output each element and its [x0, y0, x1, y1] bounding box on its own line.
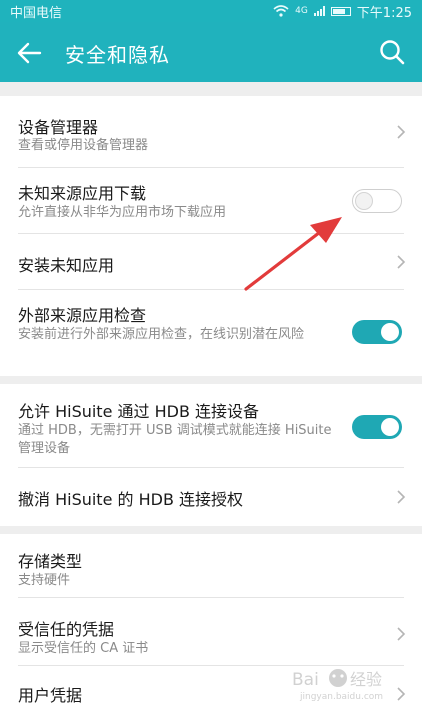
- clock-label: 下午1:25: [356, 5, 412, 21]
- hisuite-hdb-toggle[interactable]: [352, 415, 402, 439]
- unknown-source-toggle[interactable]: [352, 189, 402, 213]
- row-storage-type[interactable]: 存储类型 支持硬件: [0, 534, 422, 598]
- carrier-label: 中国电信: [10, 5, 63, 21]
- battery-icon: [330, 6, 351, 16]
- row-revoke-hisuite-hdb[interactable]: 撤消 HiSuite 的 HDB 连接授权: [0, 468, 422, 526]
- row-subtitle: 查看或停用设备管理器: [18, 138, 149, 153]
- annotation-arrow-icon: [244, 217, 342, 291]
- row-title: 受信任的凭据: [18, 620, 115, 639]
- baidu-watermark-logo: Bai 经验 jingyan.baidu.com: [292, 669, 383, 702]
- row-external-source-check[interactable]: 外部来源应用检查 安装前进行外部来源应用检查，在线识别潜在风险: [0, 290, 422, 376]
- status-bar: 中国电信 4G 下午1:25: [0, 0, 422, 22]
- back-arrow-icon[interactable]: [14, 38, 44, 68]
- row-title: 设备管理器: [18, 118, 99, 137]
- chevron-right-icon: [397, 627, 406, 641]
- row-subtitle: 安装前进行外部来源应用检查，在线识别潜在风险: [18, 327, 305, 342]
- search-icon[interactable]: [378, 38, 406, 66]
- row-subtitle: 通过 HDB，无需打开 USB 调试模式就能连接 HiSuite 管理设备: [18, 423, 332, 456]
- row-subtitle: 支持硬件: [18, 573, 71, 588]
- row-title: 未知来源应用下载: [18, 184, 147, 203]
- wifi-icon: [273, 5, 289, 17]
- toggle-knob: [381, 323, 399, 341]
- svg-text:经验: 经验: [350, 670, 382, 689]
- toggle-knob: [355, 192, 373, 210]
- toggle-knob: [381, 418, 399, 436]
- row-device-manager[interactable]: 设备管理器 查看或停用设备管理器: [0, 96, 422, 168]
- row-allow-hisuite-hdb[interactable]: 允许 HiSuite 通过 HDB 连接设备 通过 HDB，无需打开 USB 调…: [0, 384, 422, 468]
- svg-text:Bai: Bai: [292, 670, 319, 690]
- row-trusted-credentials[interactable]: 受信任的凭据 显示受信任的 CA 证书: [0, 598, 422, 666]
- row-title: 允许 HiSuite 通过 HDB 连接设备: [18, 402, 260, 421]
- chevron-right-icon: [397, 255, 406, 269]
- row-title: 安装未知应用: [18, 256, 115, 275]
- chevron-right-icon: [397, 125, 406, 139]
- row-title: 用户凭据: [18, 686, 83, 705]
- row-title: 存储类型: [18, 552, 83, 571]
- external-source-check-toggle[interactable]: [352, 320, 402, 344]
- app-toolbar: 安全和隐私: [0, 22, 422, 82]
- svg-text:jingyan.baidu.com: jingyan.baidu.com: [299, 692, 383, 702]
- status-icons: 4G 下午1:25: [273, 2, 412, 21]
- row-subtitle: 显示受信任的 CA 证书: [18, 641, 149, 656]
- network-type-label: 4G: [295, 6, 308, 16]
- row-title: 外部来源应用检查: [18, 306, 147, 325]
- page-title: 安全和隐私: [65, 43, 170, 67]
- row-install-unknown-apps[interactable]: 安装未知应用: [0, 234, 422, 290]
- chevron-right-icon: [397, 490, 406, 504]
- row-unknown-source-download[interactable]: 未知来源应用下载 允许直接从非华为应用市场下载应用: [0, 168, 422, 234]
- signal-icon: [313, 6, 325, 16]
- row-title: 撤消 HiSuite 的 HDB 连接授权: [18, 490, 244, 509]
- settings-section-apps: 设备管理器 查看或停用设备管理器 未知来源应用下载 允许直接从非华为应用市场下载…: [0, 96, 422, 376]
- settings-section-hisuite: 允许 HiSuite 通过 HDB 连接设备 通过 HDB，无需打开 USB 调…: [0, 384, 422, 526]
